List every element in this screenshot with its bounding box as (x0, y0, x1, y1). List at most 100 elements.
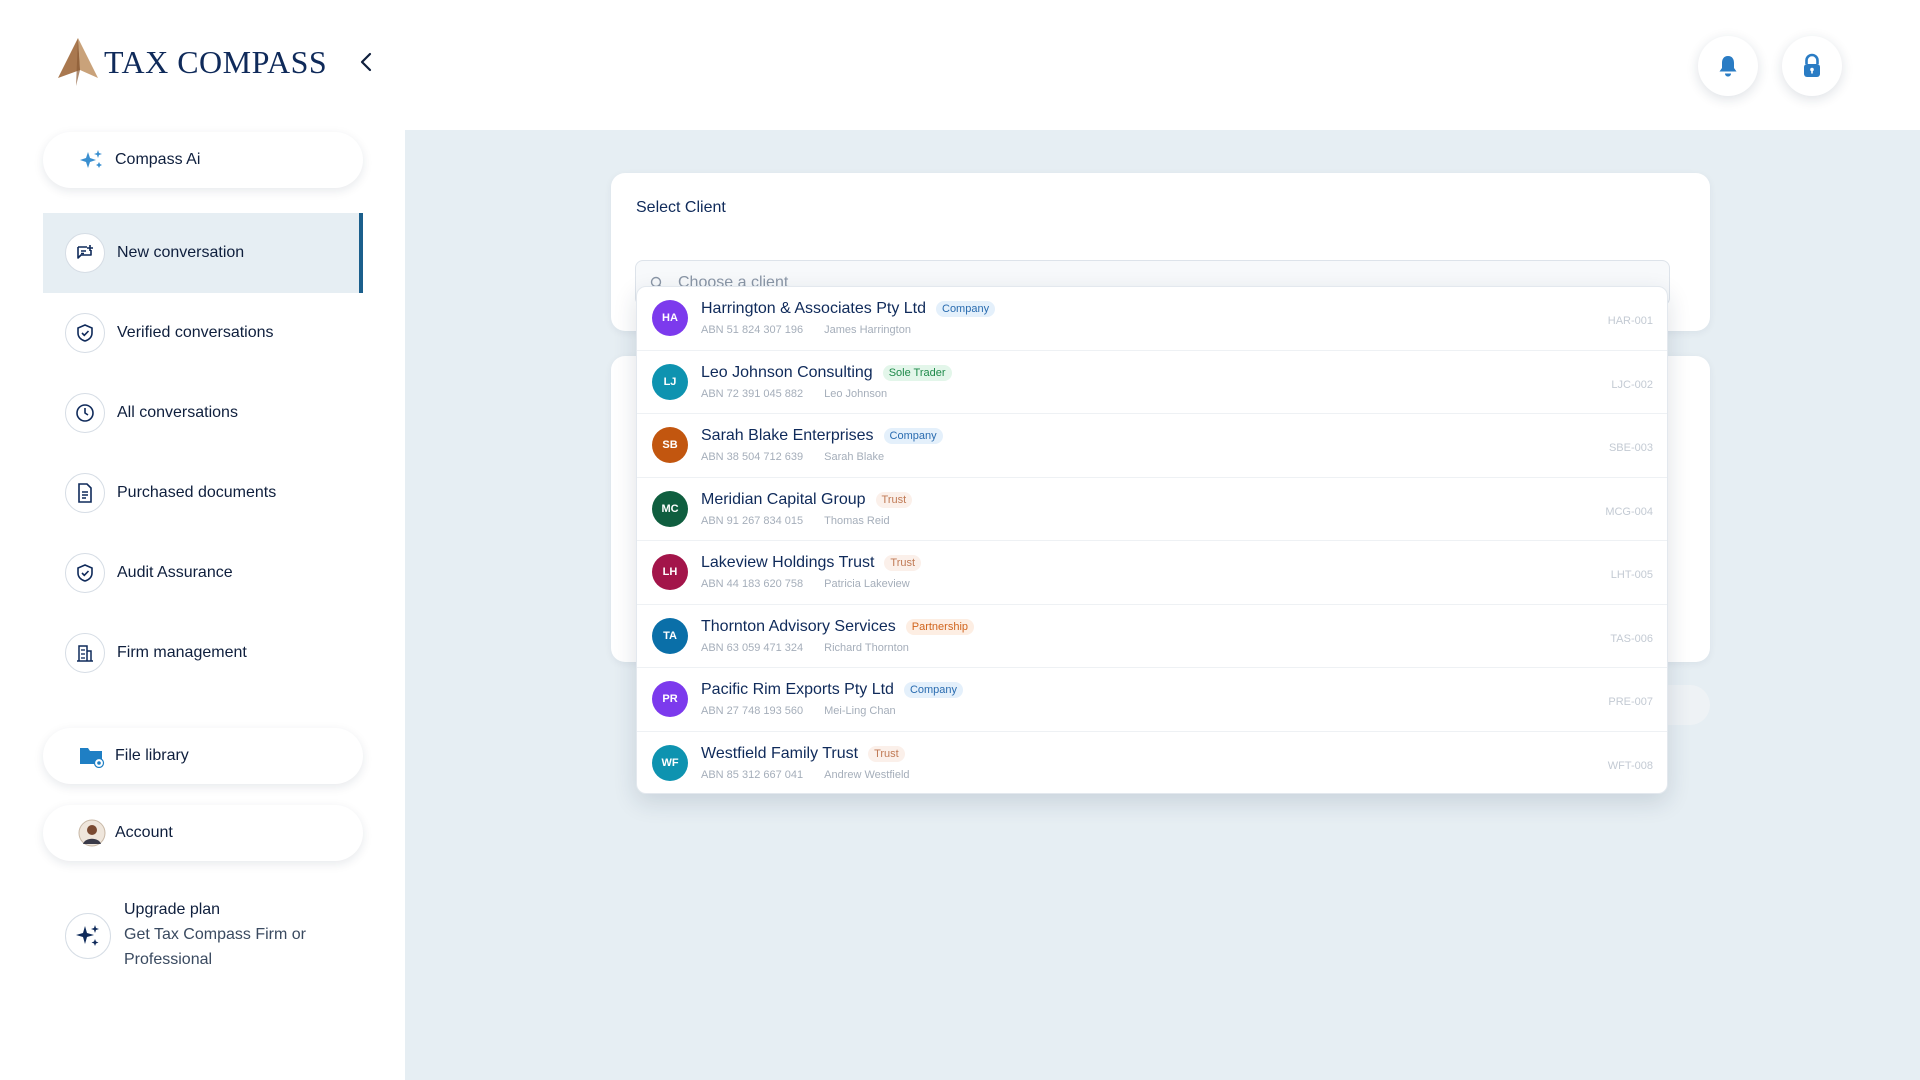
chevron-left-icon (360, 52, 372, 72)
client-code: SBE-003 (1608, 442, 1653, 454)
nav-new-conversation[interactable]: New conversation (43, 213, 363, 293)
collapse-sidebar-button[interactable] (352, 48, 380, 76)
client-name: Leo Johnson Consulting (701, 363, 873, 381)
nav-firm-management[interactable]: Firm management (43, 613, 363, 693)
client-code: LJC-002 (1611, 378, 1653, 391)
client-option[interactable]: MC Meridian Capital Group Trust ABN 91 267 … (637, 478, 1667, 541)
file-library-label: File library (115, 747, 189, 764)
client-abn: ABN 44 183 620 758 (701, 578, 804, 591)
nav-audit-assurance[interactable]: Audit Assurance (43, 533, 363, 613)
client-title-row: Harrington & Associates Pty Ltd Company (701, 300, 996, 318)
client-avatar: LJ (652, 363, 688, 400)
client-info: Meridian Capital Group Trust ABN 91 267 83… (701, 490, 913, 527)
compass-logo-icon (58, 38, 98, 86)
client-code: MCG-004 (1605, 505, 1653, 518)
client-avatar: WF (652, 745, 688, 782)
client-contact: Richard Thornton (824, 641, 909, 654)
client-title-row: Lakeview Holdings Trust Trust (701, 554, 922, 572)
client-type-badge: Trust (875, 491, 913, 508)
brand-logo[interactable]: TAX COMPASS (58, 38, 327, 86)
client-avatar: MC (652, 490, 688, 527)
client-meta: ABN 91 267 834 015 Thomas Reid (701, 515, 912, 527)
clock-icon (65, 393, 105, 433)
client-option[interactable]: WF Westfield Family Trust Trust ABN 85 312 … (637, 732, 1667, 794)
client-option[interactable]: TA Thornton Advisory Services Partnership A… (637, 605, 1667, 668)
sidebar: TAX COMPASS Compass Ai New conversation … (0, 0, 405, 1080)
lock-button[interactable] (1782, 36, 1842, 96)
client-option[interactable]: LH Lakeview Holdings Trust Trust ABN 44 183… (637, 541, 1667, 605)
select-client-label: Select Client (636, 199, 726, 216)
nav-label: Firm management (117, 644, 247, 661)
nav-purchased-documents[interactable]: Purchased documents (43, 453, 363, 533)
client-meta: ABN 72 391 045 882 Leo Johnson (701, 388, 952, 400)
client-contact: Leo Johnson (824, 387, 888, 400)
shield-check-icon (65, 553, 105, 593)
file-library-button[interactable]: File library (43, 728, 363, 784)
account-button[interactable]: Account (43, 805, 363, 861)
nav-all-conversations[interactable]: All conversations (43, 373, 363, 453)
client-dropdown: HA Harrington & Associates Pty Ltd Company… (636, 286, 1668, 794)
client-title-row: Sarah Blake Enterprises Company (701, 427, 943, 445)
client-info: Harrington & Associates Pty Ltd Company AB… (701, 300, 996, 336)
client-meta: ABN 63 059 471 324 Richard Thornton (701, 642, 974, 654)
client-type-badge: Company (883, 428, 943, 445)
top-bar (405, 0, 1920, 130)
client-title-row: Leo Johnson Consulting Sole Trader (701, 364, 952, 382)
client-title-row: Thornton Advisory Services Partnership (701, 617, 975, 636)
client-contact: Patricia Lakeview (824, 578, 910, 591)
client-name: Sarah Blake Enterprises (701, 427, 874, 445)
bell-icon (1719, 56, 1737, 77)
compass-ai-label: Compass Ai (115, 151, 201, 168)
client-name: Meridian Capital Group (701, 490, 866, 508)
sparkle-icon (77, 145, 107, 175)
client-avatar: SB (652, 427, 688, 464)
account-label: Account (115, 824, 173, 841)
client-option[interactable]: SB Sarah Blake Enterprises Company ABN 38 5… (637, 414, 1667, 478)
client-code: HAR-001 (1607, 315, 1653, 327)
compass-ai-button[interactable]: Compass Ai (43, 132, 363, 188)
avatar (77, 818, 107, 848)
upgrade-plan[interactable]: Upgrade plan Get Tax Compass Firm or Pro… (65, 898, 324, 972)
client-title-row: Pacific Rim Exports Pty Ltd Company (701, 681, 964, 699)
client-name: Thornton Advisory Services (701, 617, 896, 635)
building-icon (65, 633, 105, 673)
client-meta: ABN 51 824 307 196 James Harrington (701, 324, 995, 336)
nav-label: Purchased documents (117, 484, 277, 501)
client-title-row: Meridian Capital Group Trust (701, 490, 913, 509)
client-avatar: PR (652, 681, 688, 718)
client-contact: James Harrington (824, 324, 911, 337)
client-option[interactable]: PR Pacific Rim Exports Pty Ltd Company ABN … (637, 668, 1667, 732)
client-abn: ABN 63 059 471 324 (701, 641, 804, 654)
client-info: Pacific Rim Exports Pty Ltd Company ABN 27… (701, 681, 964, 717)
client-option[interactable]: HA Harrington & Associates Pty Ltd Company… (637, 287, 1667, 351)
nav-label: New conversation (117, 244, 245, 261)
client-info: Westfield Family Trust Trust ABN 85 312 66… (701, 745, 910, 781)
client-contact: Andrew Westfield (824, 769, 910, 782)
client-contact: Sarah Blake (824, 451, 885, 464)
client-abn: ABN 51 824 307 196 (701, 324, 804, 337)
client-type-badge: Company (936, 301, 996, 318)
client-type-badge: Trust (868, 746, 905, 763)
client-code: TAS-006 (1610, 632, 1653, 645)
nav-label: Audit Assurance (117, 564, 233, 581)
nav-label: All conversations (117, 404, 238, 421)
client-meta: ABN 27 748 193 560 Mei-Ling Chan (701, 705, 963, 717)
client-code: WFT-008 (1607, 759, 1653, 772)
client-abn: ABN 27 748 193 560 (701, 705, 804, 718)
upgrade-text: Upgrade plan Get Tax Compass Firm or Pro… (124, 898, 324, 972)
shield-check-icon (65, 313, 105, 353)
client-info: Thornton Advisory Services Partnership ABN… (701, 617, 975, 654)
client-code: LHT-005 (1610, 569, 1653, 581)
client-avatar: HA (652, 300, 688, 337)
nav-verified-conversations[interactable]: Verified conversations (43, 293, 363, 373)
notifications-button[interactable] (1698, 36, 1758, 96)
client-name: Westfield Family Trust (701, 745, 859, 763)
client-option[interactable]: LJ Leo Johnson Consulting Sole Trader ABN 7… (637, 351, 1667, 414)
folder-icon (77, 741, 107, 771)
client-name: Pacific Rim Exports Pty Ltd (701, 681, 894, 699)
client-avatar: TA (652, 617, 688, 654)
client-abn: ABN 91 267 834 015 (701, 514, 804, 527)
upgrade-title: Upgrade plan (124, 901, 221, 918)
client-abn: ABN 85 312 667 041 (701, 769, 804, 782)
client-meta: ABN 38 504 712 639 Sarah Blake (701, 451, 943, 463)
